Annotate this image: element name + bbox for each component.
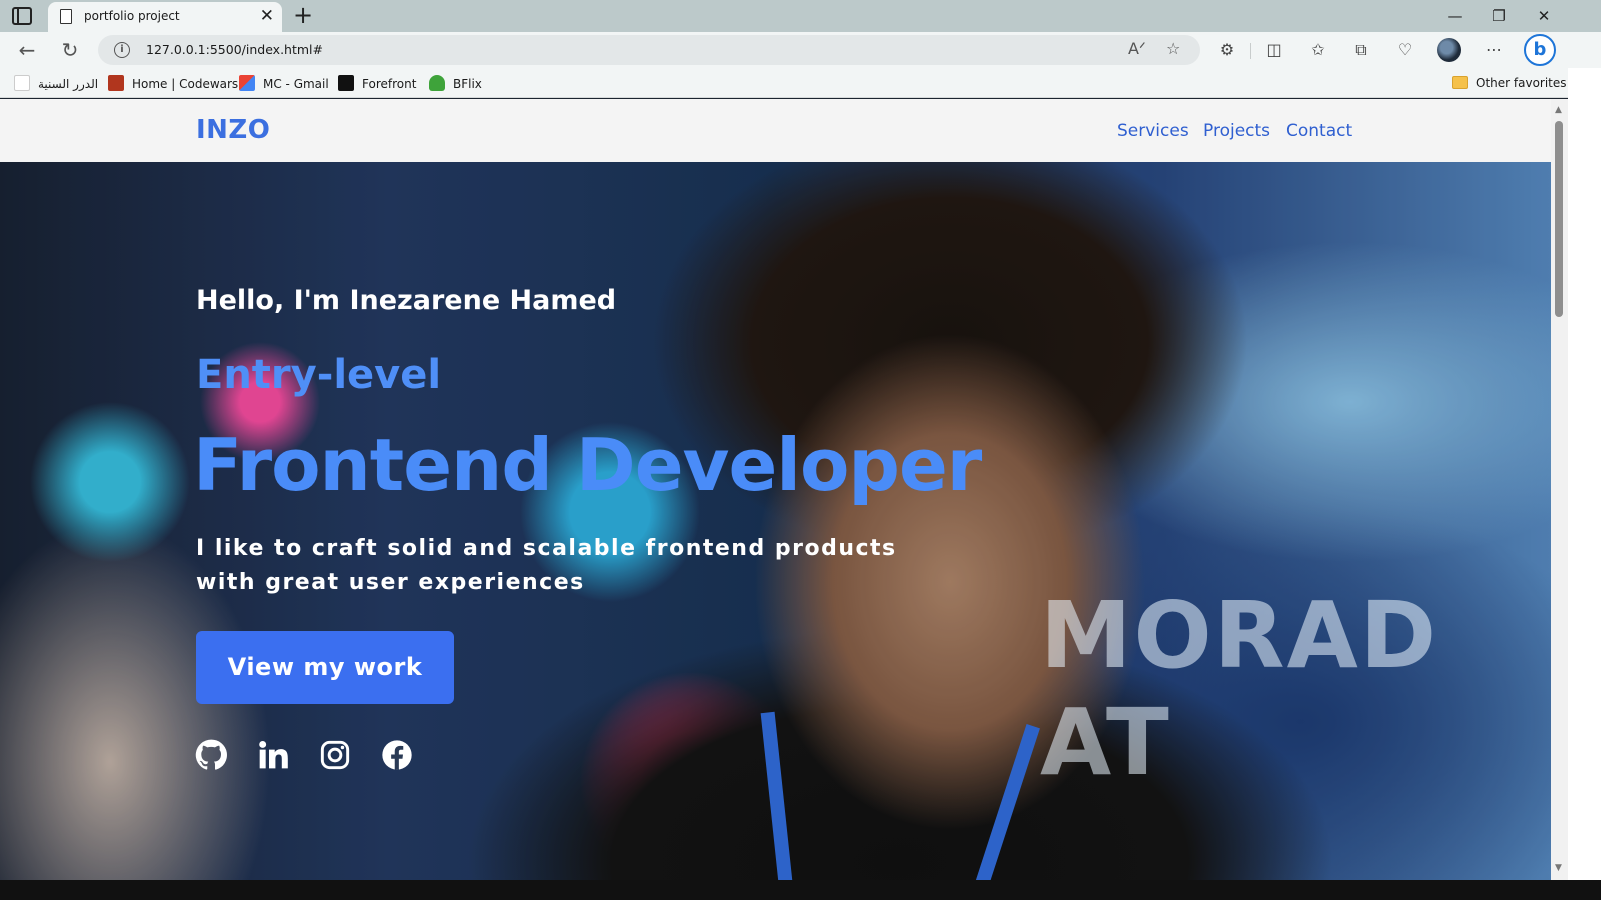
new-tab-button[interactable]: +: [293, 1, 313, 29]
bookmark-item[interactable]: BFlix: [429, 75, 482, 92]
scrollbar-thumb[interactable]: [1555, 121, 1563, 317]
hero-role: Frontend Developer: [193, 423, 982, 507]
bflix-icon: [429, 75, 445, 91]
toolbar-divider: [1250, 43, 1251, 59]
tab-title: portfolio project: [84, 9, 180, 23]
extensions-icon[interactable]: ⚙: [1215, 40, 1239, 60]
tagline-line: I like to craft solid and scalable front…: [196, 536, 897, 561]
refresh-icon[interactable]: ↻: [56, 38, 84, 62]
nav-projects[interactable]: Projects: [1203, 121, 1270, 141]
folder-icon: [1452, 76, 1468, 89]
background-banner-text: MORAD AT: [1040, 582, 1439, 796]
close-tab-icon[interactable]: ✕: [260, 6, 274, 26]
codewars-icon: [108, 75, 124, 91]
scroll-up-icon[interactable]: ▲: [1555, 105, 1562, 115]
restore-icon[interactable]: ❐: [1484, 4, 1514, 28]
window-bottom-edge: [0, 880, 1601, 900]
profile-avatar[interactable]: [1437, 38, 1461, 62]
forefront-icon: [338, 75, 354, 91]
other-favorites[interactable]: Other favorites: [1452, 75, 1567, 91]
nav-services[interactable]: Services: [1117, 121, 1189, 141]
view-work-button[interactable]: View my work: [196, 631, 454, 704]
site-logo[interactable]: INZO: [196, 115, 270, 145]
bookmarks-bar: الدرر السنية Home | Codewars MC - Gmail …: [0, 68, 1601, 98]
hero-level: Entry-level: [196, 352, 442, 398]
browser-tab[interactable]: portfolio project ✕: [48, 2, 282, 32]
favorites-icon[interactable]: ✩: [1306, 40, 1330, 60]
page-icon: [14, 75, 30, 91]
page-icon: [60, 9, 72, 24]
split-screen-icon[interactable]: ◫: [1262, 40, 1286, 60]
nav-contact[interactable]: Contact: [1286, 121, 1352, 141]
more-menu-icon[interactable]: ⋯: [1482, 40, 1506, 60]
linkedin-icon[interactable]: [257, 739, 289, 771]
hero-tagline: I like to craft solid and scalable front…: [196, 532, 956, 600]
github-icon[interactable]: [195, 739, 227, 771]
page-scrollbar[interactable]: ▲ ▼: [1551, 99, 1568, 880]
tab-actions-icon[interactable]: [12, 7, 32, 25]
collections-icon[interactable]: ⧉: [1349, 40, 1373, 60]
site-info-icon[interactable]: i: [114, 42, 130, 58]
bookmark-item[interactable]: MC - Gmail: [239, 75, 329, 92]
tagline-line: with great user experiences: [196, 570, 585, 595]
site-header: INZO Services Projects Contact: [0, 99, 1551, 162]
read-aloud-icon[interactable]: Aᐟ: [1128, 39, 1146, 59]
minimize-icon[interactable]: —: [1440, 4, 1470, 28]
copilot-icon[interactable]: b: [1524, 34, 1556, 66]
bookmark-item[interactable]: Home | Codewars: [108, 75, 238, 92]
bookmark-item[interactable]: Forefront: [338, 75, 416, 92]
url-text[interactable]: 127.0.0.1:5500/index.html#: [146, 42, 323, 57]
instagram-icon[interactable]: [319, 739, 351, 771]
hero-section: MORAD AT Hello, I'm Inezarene Hamed Entr…: [0, 162, 1551, 880]
browser-toolbar: ← ↻ i 127.0.0.1:5500/index.html# Aᐟ ☆ ⚙ …: [0, 32, 1601, 68]
window-close-icon[interactable]: ✕: [1529, 4, 1559, 28]
gmail-icon: [239, 75, 255, 91]
scroll-down-icon[interactable]: ▼: [1555, 863, 1562, 873]
web-page: INZO Services Projects Contact MORAD AT …: [0, 99, 1551, 880]
back-icon[interactable]: ←: [13, 38, 41, 62]
hero-greeting: Hello, I'm Inezarene Hamed: [196, 285, 617, 316]
facebook-icon[interactable]: [381, 739, 413, 771]
address-bar[interactable]: i 127.0.0.1:5500/index.html# Aᐟ ☆: [98, 35, 1200, 65]
browser-tabstrip: portfolio project ✕ + — ❐ ✕: [0, 0, 1601, 32]
browser-essentials-icon[interactable]: ♡: [1393, 40, 1417, 60]
window-edge: [1568, 68, 1601, 880]
favorite-star-icon[interactable]: ☆: [1166, 39, 1180, 59]
bookmark-item[interactable]: الدرر السنية: [14, 75, 98, 92]
